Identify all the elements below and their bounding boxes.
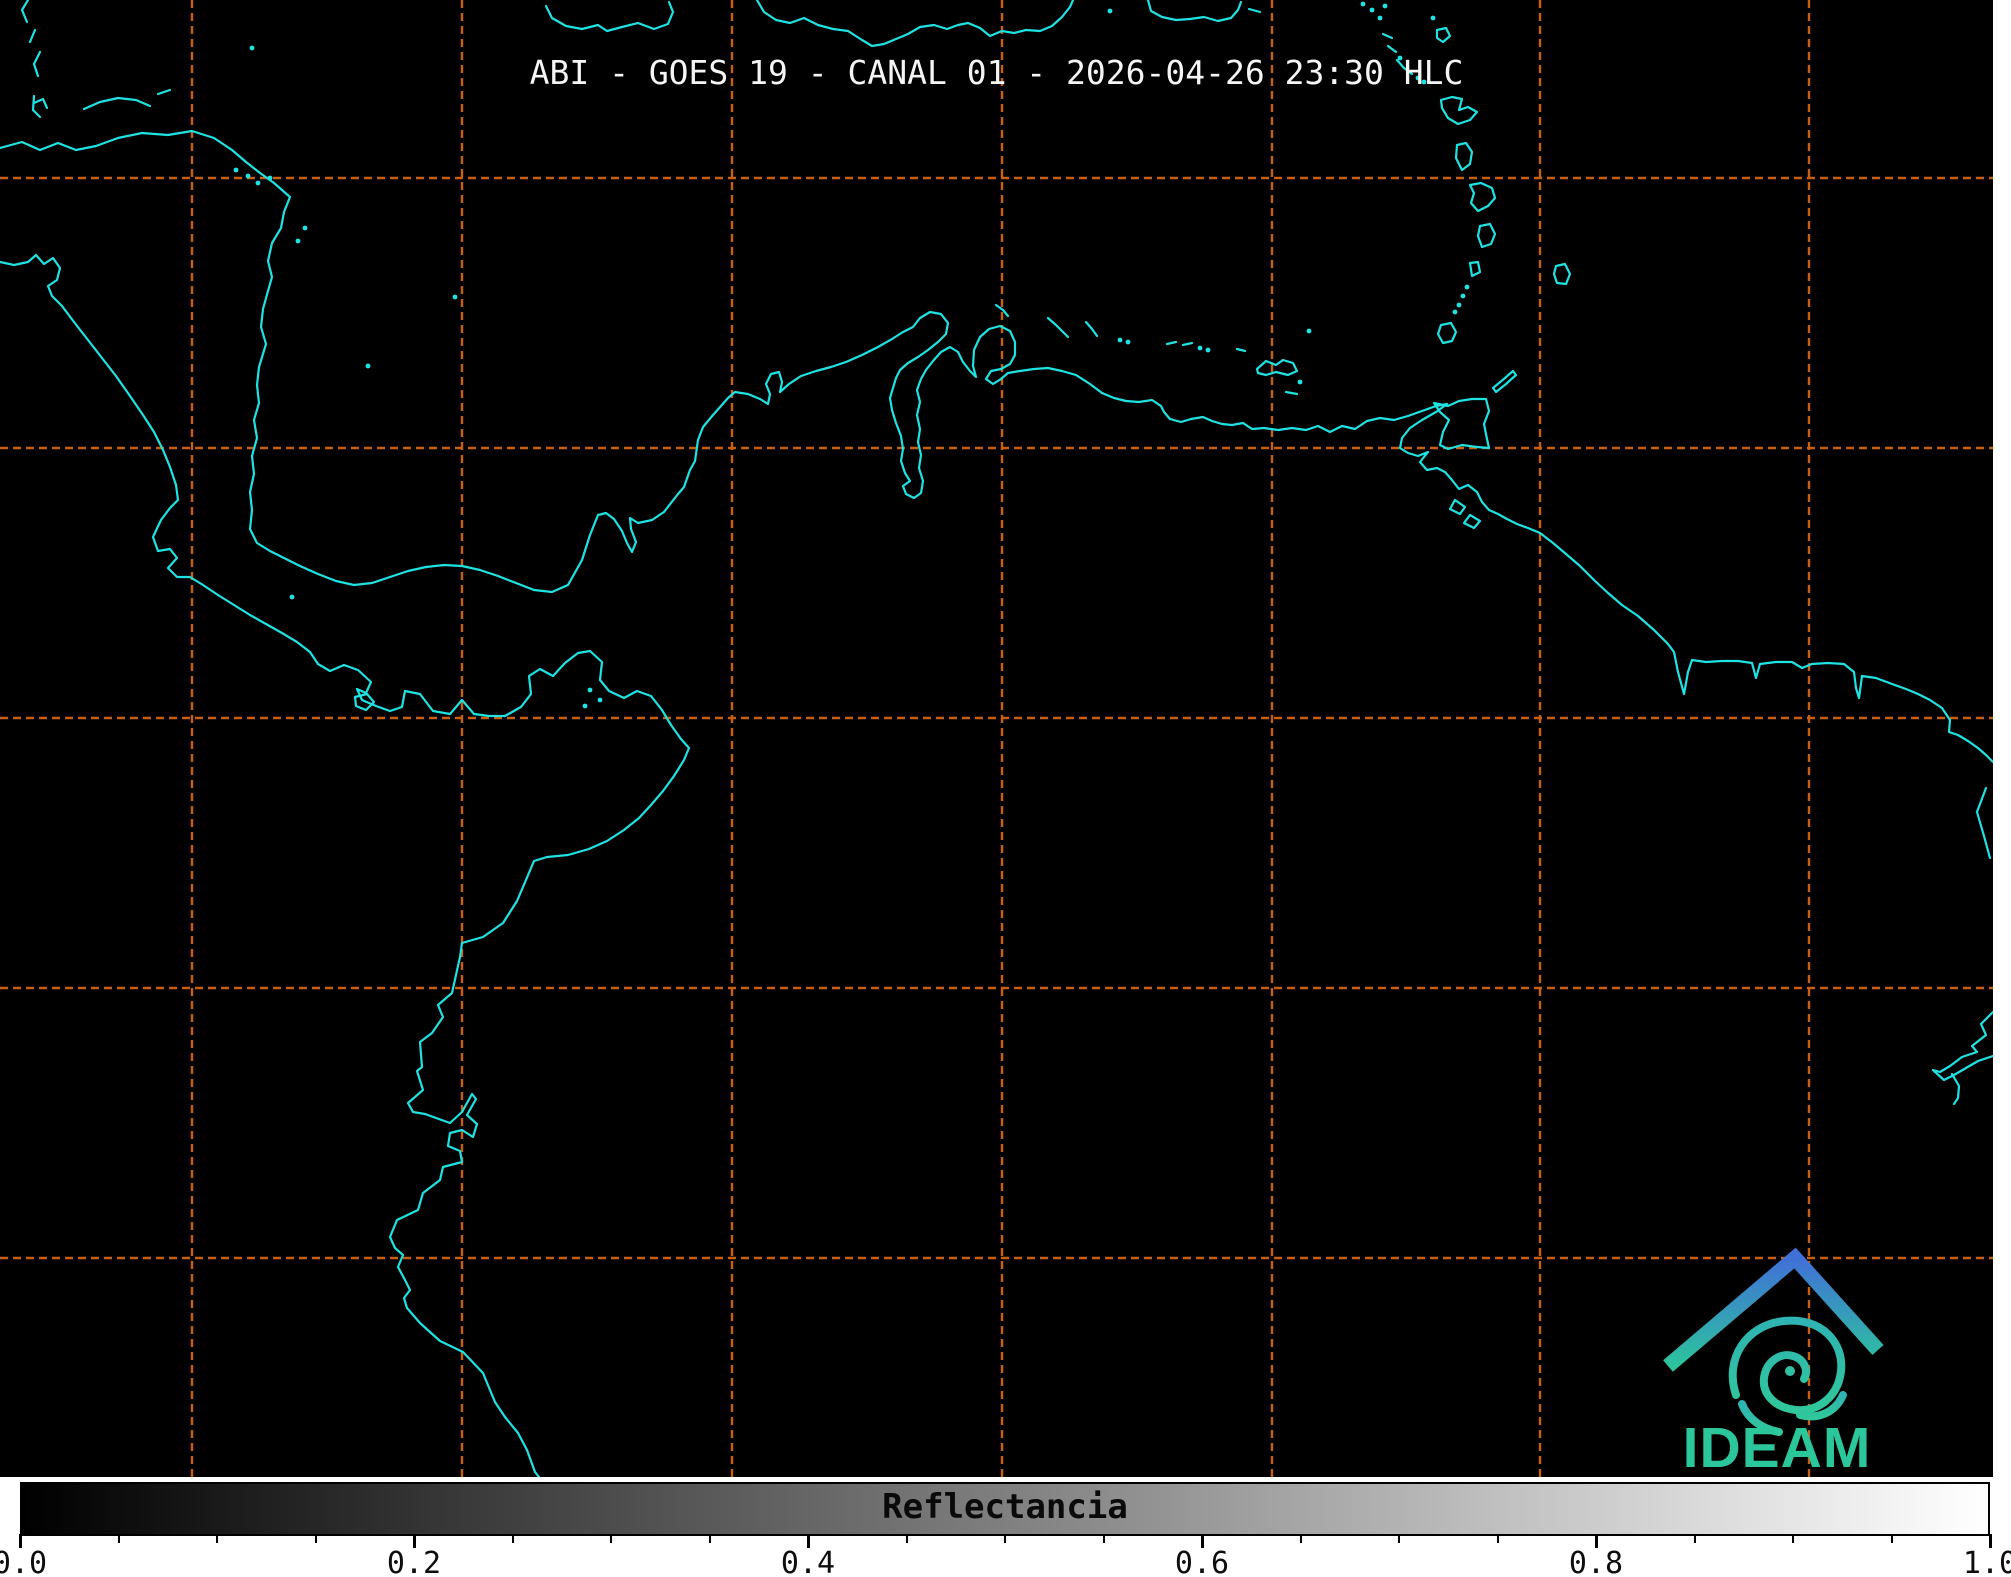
island-dot	[1461, 294, 1466, 299]
coastline-path	[30, 30, 35, 42]
satellite-map: ABI - GOES 19 - CANAL 01 - 2026-04-26 23…	[0, 0, 1993, 1477]
island-dot	[583, 704, 588, 709]
island-dot	[1307, 329, 1312, 334]
island-dot	[234, 168, 239, 173]
island-dot	[1378, 16, 1383, 21]
island-dot	[296, 239, 301, 244]
island-dot	[1457, 303, 1462, 308]
ideam-logo: IDEAM	[1650, 1247, 1900, 1477]
colorbar-minor-tick	[1004, 1534, 1006, 1543]
ideam-logo-icon: IDEAM	[1650, 1247, 1900, 1477]
coastline-path	[1383, 34, 1396, 52]
coastline-path	[1437, 28, 1450, 42]
coastline-path	[22, 0, 28, 22]
island-dot	[588, 688, 593, 693]
colorbar-minor-tick	[906, 1534, 908, 1543]
coastline-path	[1450, 500, 1465, 514]
coastline-path	[84, 98, 150, 109]
coastline-path	[757, 0, 1073, 46]
map-title: ABI - GOES 19 - CANAL 01 - 2026-04-26 23…	[0, 53, 1993, 92]
colorbar-minor-tick	[315, 1534, 317, 1543]
colorbar-tick-label: 0.8	[1556, 1546, 1636, 1577]
coastline-path	[0, 131, 1993, 762]
island-dot	[1465, 285, 1470, 290]
island-dot	[1206, 348, 1211, 353]
coastline-path	[0, 255, 689, 1477]
colorbar-minor-tick	[216, 1534, 218, 1543]
coastline-path	[1952, 1074, 1959, 1104]
colorbar-tick-label: 0.4	[768, 1546, 848, 1577]
island-dot	[453, 295, 458, 300]
coastline-path	[1977, 788, 1990, 858]
colorbar-tick-label: 1.0	[1950, 1546, 2011, 1577]
island-dot	[1361, 2, 1366, 7]
coastline-path	[1934, 1056, 1993, 1080]
coastline-path	[1257, 360, 1297, 375]
island-dot	[1198, 346, 1203, 351]
colorbar-minor-tick	[512, 1534, 514, 1543]
island-dot	[268, 176, 273, 181]
island-dot	[1298, 380, 1303, 385]
island-dot	[250, 46, 255, 51]
colorbar-label: Reflectancia	[20, 1487, 1990, 1527]
island-dot	[303, 226, 308, 231]
island-dot	[1453, 310, 1458, 315]
colorbar-tick-label: 0.2	[374, 1546, 454, 1577]
colorbar-minor-tick	[1792, 1534, 1794, 1543]
colorbar-minor-tick	[1103, 1534, 1105, 1543]
island-dot	[256, 181, 261, 186]
colorbar-minor-tick	[1497, 1534, 1499, 1543]
logo-roof-icon	[1668, 1258, 1878, 1366]
coastline-path	[1148, 0, 1241, 21]
colorbar-minor-tick	[610, 1534, 612, 1543]
coastline-path	[33, 96, 47, 117]
island-dot	[1118, 338, 1123, 343]
colorbar-minor-tick	[1398, 1534, 1400, 1543]
colorbar-minor-tick	[1694, 1534, 1696, 1543]
colorbar-tick-label: 0.0	[0, 1546, 60, 1577]
island-dot	[1431, 16, 1436, 21]
coastline-path	[1456, 143, 1472, 170]
island-dot	[290, 595, 295, 600]
colorbar-minor-tick	[118, 1534, 120, 1543]
coastline-path	[1048, 318, 1068, 337]
coastline-path	[546, 2, 673, 31]
island-dot	[1383, 4, 1388, 9]
coastline-path	[1554, 264, 1570, 284]
coastline-path	[1493, 371, 1516, 392]
coastline-path	[1478, 224, 1495, 247]
island-dot	[598, 698, 603, 703]
coastline-path	[1933, 1012, 1993, 1072]
coastline-path	[1237, 349, 1245, 351]
coastline-path	[1441, 97, 1477, 124]
logo-text: IDEAM	[1683, 1416, 1872, 1477]
island-dot	[366, 364, 371, 369]
coastline-path	[1470, 262, 1480, 276]
island-dot	[246, 174, 251, 179]
coastline-path	[1286, 392, 1297, 394]
colorbar-minor-tick	[1891, 1534, 1893, 1543]
coastline-path	[1470, 183, 1495, 211]
colorbar-minor-tick	[709, 1534, 711, 1543]
coastline-path	[1438, 323, 1456, 343]
island-dot	[1370, 8, 1375, 13]
coastline-path	[1249, 9, 1260, 12]
island-dot	[1126, 340, 1131, 345]
colorbar-tick-label: 0.6	[1162, 1546, 1242, 1577]
coastline-path	[1167, 342, 1192, 345]
coastline-path	[1464, 515, 1480, 528]
colorbar-minor-tick	[1300, 1534, 1302, 1543]
coastline-path	[1086, 322, 1097, 336]
figure: ABI - GOES 19 - CANAL 01 - 2026-04-26 23…	[0, 0, 2011, 1577]
island-dot	[1108, 9, 1113, 14]
